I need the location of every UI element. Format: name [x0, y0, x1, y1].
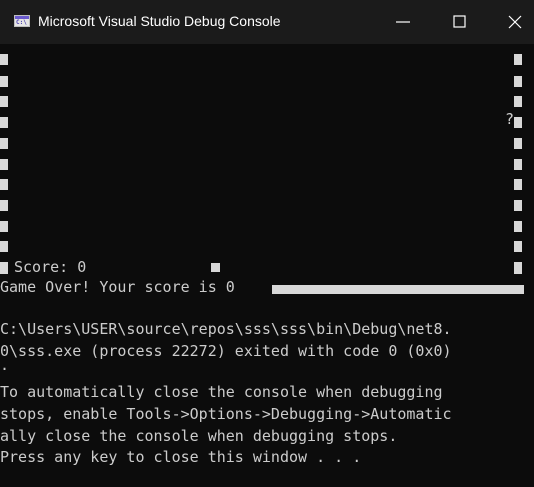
- console-app-icon: C:\: [14, 15, 30, 27]
- bottom-wall-bar: [272, 285, 524, 294]
- game-over-message: Game Over! Your score is 0: [0, 278, 235, 296]
- right-wall-block: [514, 96, 522, 107]
- left-wall-block: [0, 54, 8, 65]
- left-wall-block: [0, 138, 8, 149]
- right-wall-block: [514, 200, 522, 211]
- score-label: Score: 0: [14, 258, 87, 276]
- right-wall-block: [514, 117, 522, 128]
- console-line: .: [0, 356, 10, 374]
- console-line: To automatically close the console when …: [0, 383, 443, 401]
- console-window: C:\ Microsoft Visual Studio Debug Consol…: [0, 0, 534, 487]
- minimize-button[interactable]: [380, 0, 426, 44]
- left-wall-block: [0, 159, 8, 170]
- console-output[interactable]: ? Score: 0 Game Over! Your score is 0 C:…: [0, 44, 534, 487]
- right-wall-block: [514, 179, 522, 190]
- left-wall-block: [0, 76, 8, 87]
- console-line: ally close the console when debugging st…: [0, 427, 398, 445]
- close-button[interactable]: [492, 0, 534, 44]
- console-line: 0\sss.exe (process 22272) exited with co…: [0, 342, 452, 360]
- console-line: stops, enable Tools->Options->Debugging-…: [0, 405, 452, 423]
- right-wall-block: [514, 263, 522, 274]
- minimize-icon: [396, 21, 410, 23]
- left-wall-block: [0, 241, 8, 252]
- right-wall-block: [514, 138, 522, 149]
- left-wall-block: [0, 117, 8, 128]
- right-wall-block: [514, 221, 522, 232]
- left-wall-block: [0, 221, 8, 232]
- left-wall-block: [0, 96, 8, 107]
- window-title: Microsoft Visual Studio Debug Console: [38, 13, 281, 29]
- maximize-button[interactable]: [437, 0, 483, 44]
- right-wall-block: [514, 76, 522, 87]
- console-line: C:\Users\USER\source\repos\sss\sss\bin\D…: [0, 320, 452, 338]
- left-wall-block: [0, 263, 8, 274]
- left-wall-block: [0, 200, 8, 211]
- food-block: [211, 263, 220, 272]
- close-icon: [508, 15, 522, 29]
- right-wall-block: [514, 54, 522, 65]
- left-wall-block: [0, 179, 8, 190]
- console-line: Press any key to close this window . . .: [0, 448, 362, 466]
- title-bar[interactable]: C:\ Microsoft Visual Studio Debug Consol…: [0, 0, 534, 44]
- right-wall-block: [514, 241, 522, 252]
- maximize-icon: [453, 15, 466, 28]
- question-mark-glyph: ?: [505, 110, 515, 128]
- right-wall-block: [514, 159, 522, 170]
